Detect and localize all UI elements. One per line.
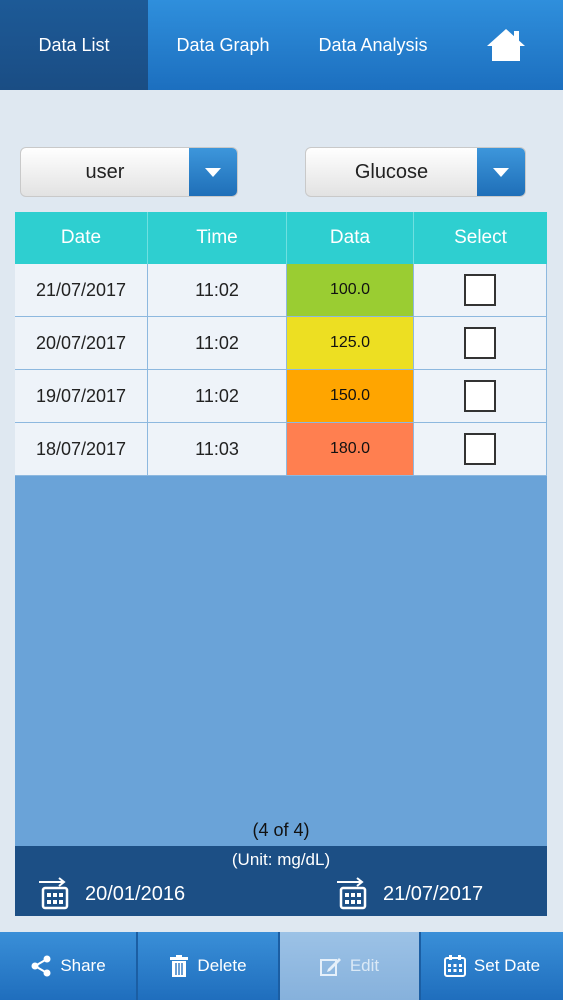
top-nav: Data List Data Graph Data Analysis: [0, 0, 563, 90]
share-button[interactable]: Share: [0, 932, 138, 1000]
chevron-down-icon: [205, 167, 221, 177]
row-time: 11:02: [148, 317, 287, 370]
edit-label: Edit: [349, 956, 380, 975]
row-checkbox[interactable]: [464, 327, 496, 359]
row-checkbox[interactable]: [464, 274, 496, 306]
table-row: 18/07/2017 11:03 180.0: [15, 423, 547, 476]
calendar-icon: [337, 877, 367, 910]
row-time: 11:03: [148, 423, 287, 476]
set-date-label: Set Date: [473, 956, 541, 975]
table-row: 21/07/2017 11:02 100.0: [15, 264, 547, 317]
row-date: 21/07/2017: [15, 264, 148, 317]
row-date: 20/07/2017: [15, 317, 148, 370]
header-time: Time: [148, 212, 287, 264]
header-data: Data: [287, 212, 414, 264]
row-select-cell: [414, 317, 547, 370]
share-label: Share: [60, 956, 106, 975]
table-row: 19/07/2017 11:02 150.0: [15, 370, 547, 423]
tab-data-graph[interactable]: Data Graph: [148, 0, 298, 90]
header-date: Date: [15, 212, 148, 264]
home-button[interactable]: [448, 0, 563, 90]
edit-button[interactable]: Edit: [280, 932, 421, 1000]
pagination-label: (4 of 4): [252, 820, 310, 840]
share-icon: [31, 955, 51, 977]
row-value: 100.0: [287, 264, 414, 317]
user-dropdown-arrow[interactable]: [189, 148, 237, 196]
trash-icon: [170, 955, 189, 977]
row-date: 18/07/2017: [15, 423, 148, 476]
row-value: 125.0: [287, 317, 414, 370]
chevron-down-icon: [493, 167, 509, 177]
tab-data-list[interactable]: Data List: [0, 0, 148, 90]
row-checkbox[interactable]: [464, 380, 496, 412]
header-select: Select: [454, 227, 507, 248]
measure-dropdown-arrow[interactable]: [477, 148, 525, 196]
row-date: 19/07/2017: [15, 370, 148, 423]
tab-data-analysis[interactable]: Data Analysis: [298, 0, 448, 90]
calendar-icon: [39, 877, 69, 910]
unit-label: (Unit: mg/dL): [231, 850, 331, 869]
measure-dropdown-value: Glucose: [354, 160, 429, 183]
edit-icon: [319, 958, 341, 976]
row-checkbox[interactable]: [464, 433, 496, 465]
measure-dropdown[interactable]: Glucose: [305, 147, 526, 197]
delete-button[interactable]: Delete: [138, 932, 280, 1000]
row-select-cell: [414, 370, 547, 423]
user-dropdown-value: user: [85, 160, 125, 183]
row-time: 11:02: [148, 264, 287, 317]
user-dropdown[interactable]: user: [20, 147, 238, 197]
table-header: Date Time Data Select: [15, 212, 547, 264]
table-row: 20/07/2017 11:02 125.0: [15, 317, 547, 370]
home-icon: [486, 29, 525, 61]
date-to-value: 21/07/2017: [383, 882, 484, 905]
bottom-toolbar: Share Delete Edit Set Date: [0, 932, 563, 1000]
row-value: 180.0: [287, 423, 414, 476]
row-time: 11:02: [148, 370, 287, 423]
date-from[interactable]: 20/01/2016: [37, 876, 185, 912]
date-range-panel: (Unit: mg/dL) 20/01/2016 21/07/2017: [15, 846, 547, 916]
set-date-button[interactable]: Set Date: [421, 932, 563, 1000]
row-select-cell: [414, 423, 547, 476]
row-select-cell: [414, 264, 547, 317]
date-to[interactable]: 21/07/2017: [335, 876, 483, 912]
date-from-value: 20/01/2016: [85, 882, 186, 905]
delete-label: Delete: [197, 956, 247, 975]
row-value: 150.0: [287, 370, 414, 423]
calendar-icon: [443, 955, 466, 977]
data-table: Date Time Data Select 21/07/2017 11:02 1…: [15, 212, 547, 846]
